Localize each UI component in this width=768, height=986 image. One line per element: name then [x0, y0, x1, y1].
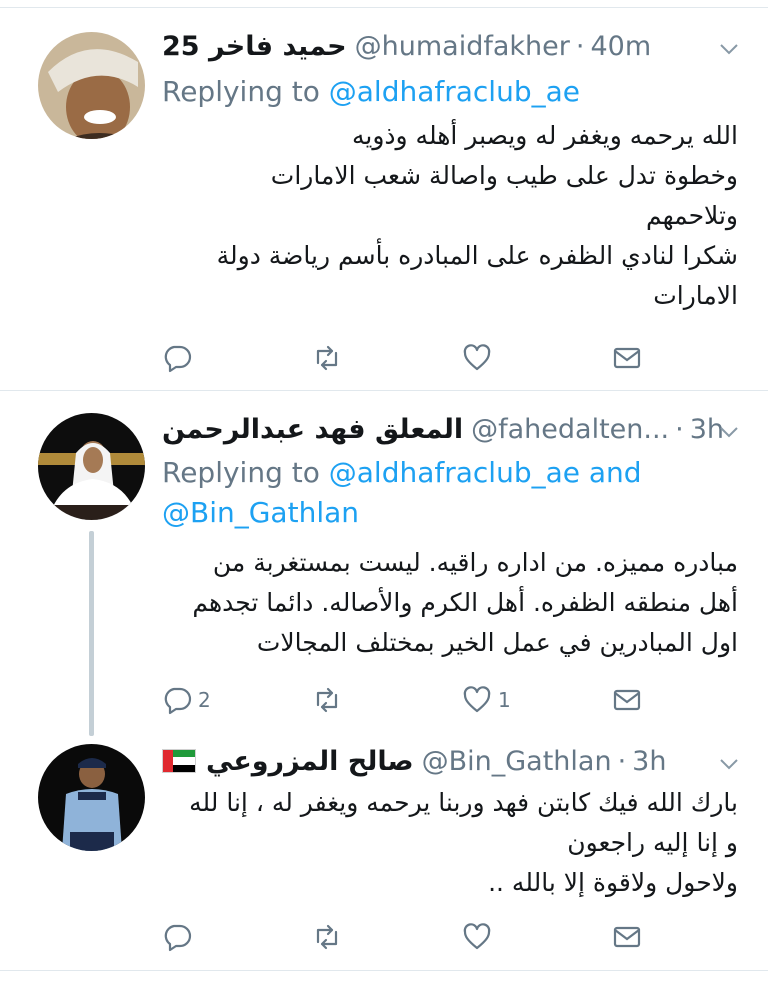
like-icon [463, 923, 491, 950]
reply-icon [164, 924, 192, 952]
retweet-button[interactable] [312, 684, 342, 716]
avatar[interactable] [38, 744, 145, 851]
dm-icon [613, 689, 641, 711]
like-button[interactable]: 1 [462, 684, 511, 716]
dm-button[interactable] [612, 342, 642, 374]
separator-dot: · [675, 413, 684, 445]
retweet-button[interactable] [312, 342, 342, 374]
display-name[interactable]: المعلق فهد عبدالرحمن [162, 414, 463, 445]
like-icon [463, 344, 491, 371]
tweet-text-line: الامارات [653, 281, 738, 310]
chevron-down-icon[interactable] [718, 421, 740, 443]
like-count: 1 [498, 688, 511, 712]
uae-flag-icon [162, 749, 196, 773]
tweet-text: الله يرحمه ويغفر له ويصبر أهله وذويه وخط… [162, 116, 738, 316]
user-handle[interactable]: @Bin_Gathlan [422, 746, 612, 777]
tweet-text-line: ولاحول ولاقوة إلا بالله .. [488, 868, 738, 897]
tweet-actions [162, 921, 652, 953]
tweet-text-line: مبادره مميزه. من اداره راقيه. ليست بمستغ… [212, 548, 738, 577]
tweet-text-line: وتلاحمهم [645, 201, 738, 230]
chevron-down-icon[interactable] [718, 38, 740, 60]
dm-button[interactable] [612, 684, 642, 716]
chevron-down-icon[interactable] [718, 753, 740, 775]
display-name[interactable]: حميد فاخر 25 [162, 31, 347, 62]
reply-button[interactable]: 2 [162, 684, 211, 716]
replying-to: Replying to @aldhafraclub_ae and @Bin_Ga… [162, 453, 728, 533]
tweet-1[interactable]: حميد فاخر 25 @humaidfakher · 40m Replyin… [0, 0, 768, 390]
like-button[interactable] [462, 921, 498, 953]
tweet-header: المعلق فهد عبدالرحمن @fahedalten... · 3h [162, 409, 748, 449]
reply-icon [164, 687, 192, 715]
reply-count: 2 [198, 688, 211, 712]
like-button[interactable] [462, 342, 498, 374]
tweet-text-line: بارك الله فيك كابتن فهد وربنا يرحمه ويغف… [189, 788, 738, 817]
tweet-header: حميد فاخر 25 @humaidfakher · 40m [162, 26, 748, 66]
tweet-text: مبادره مميزه. من اداره راقيه. ليست بمستغ… [162, 543, 738, 663]
tweet-actions [162, 342, 652, 374]
tweet-actions: 2 1 [162, 684, 652, 716]
mention-link[interactable]: @Bin_Gathlan [162, 496, 359, 529]
dm-button[interactable] [612, 921, 642, 953]
avatar[interactable] [38, 413, 145, 520]
timestamp[interactable]: 40m [590, 31, 651, 62]
user-handle[interactable]: @fahedalten... [471, 414, 669, 445]
user-handle[interactable]: @humaidfakher [355, 31, 570, 62]
tweet-header: صالح المزروعي @Bin_Gathlan · 3h [162, 741, 748, 781]
mention-link[interactable]: @aldhafraclub_ae [329, 75, 580, 108]
retweet-icon [316, 687, 338, 713]
separator-dot: · [575, 30, 585, 62]
tweet-text-line: و إنا إليه راجعون [567, 828, 738, 857]
reply-button[interactable] [162, 921, 198, 953]
thread-connector [89, 531, 94, 736]
retweet-button[interactable] [312, 921, 342, 953]
timestamp[interactable]: 3h [632, 746, 666, 777]
replying-to: Replying to @aldhafraclub_ae [162, 72, 728, 112]
retweet-icon [316, 345, 338, 371]
tweet-text-line: وخطوة تدل على طيب واصالة شعب الامارات [270, 161, 738, 190]
reply-icon [164, 345, 192, 373]
avatar[interactable] [38, 32, 145, 139]
reply-button[interactable] [162, 342, 198, 374]
tweet-text-line: الله يرحمه ويغفر له ويصبر أهله وذويه [351, 121, 738, 150]
tweet-text-line: شكرا لنادي الظفره على المبادره بأسم رياض… [216, 241, 738, 270]
like-icon [463, 686, 491, 713]
tweet-text-line: أهل منطقه الظفره. أهل الكرم والأصاله. دا… [192, 588, 738, 617]
mention-link[interactable]: @aldhafraclub_ae and [329, 456, 642, 489]
retweet-icon [316, 924, 338, 950]
replying-prefix: Replying to [162, 456, 329, 489]
separator-dot: · [617, 745, 627, 777]
replying-prefix: Replying to [162, 75, 329, 108]
tweet-divider [0, 970, 768, 971]
dm-icon [613, 926, 641, 948]
tweet-3[interactable]: صالح المزروعي @Bin_Gathlan · 3h بارك الل… [0, 731, 768, 971]
tweet-text-line: اول المبادرين في عمل الخير بمختلف المجال… [256, 628, 738, 657]
display-name[interactable]: صالح المزروعي [206, 746, 414, 777]
tweet-text: بارك الله فيك كابتن فهد وربنا يرحمه ويغف… [162, 783, 738, 903]
tweet-2[interactable]: المعلق فهد عبدالرحمن @fahedalten... · 3h… [0, 391, 768, 736]
dm-icon [613, 347, 641, 369]
